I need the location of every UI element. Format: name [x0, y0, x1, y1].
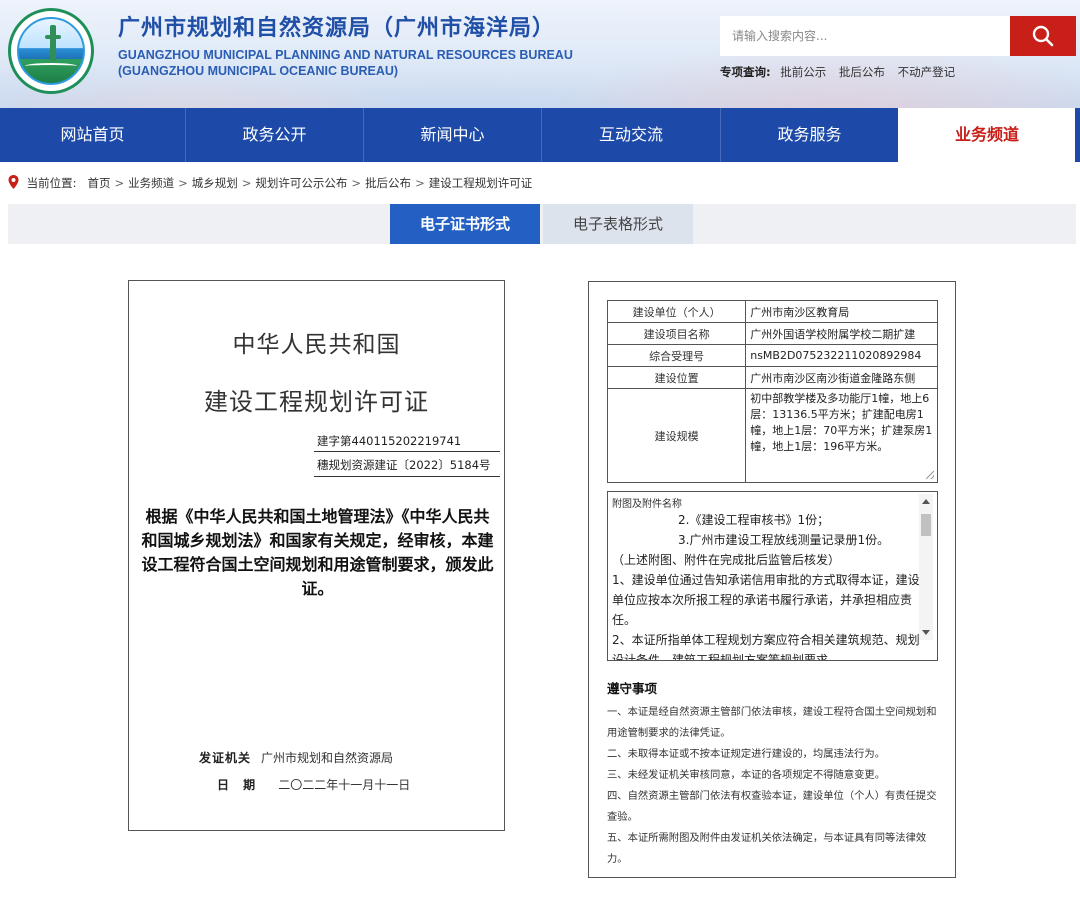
field-label: 建设规模	[606, 388, 747, 483]
tab-electronic-certificate[interactable]: 电子证书形式	[390, 204, 540, 244]
nav-item-services[interactable]: 政务服务	[720, 108, 898, 162]
certificate-country: 中华人民共和国	[232, 332, 401, 358]
attachments-box: 附图及附件名称 2.《建设工程审核书》1份； 3.广州市建设工程放线测量记录册1…	[607, 491, 938, 661]
field-value[interactable]: 广州外国语学校附属学校二期扩建	[745, 322, 938, 345]
scrollbar-thumb[interactable]	[921, 514, 931, 536]
field-label: 建设位置	[606, 366, 747, 389]
issuer-label: 发证机关	[199, 751, 252, 765]
scale-textarea[interactable]: 初中部教学楼及多功能厅1幢，地上6层：13136.5平方米；扩建配电房1幢，地上…	[745, 388, 938, 483]
location-pin-icon	[8, 175, 19, 189]
nav-edge	[1075, 108, 1080, 162]
logo-tower-icon	[45, 25, 61, 61]
notice-item: 三、未经发证机关审核同意，本证的各项规定不得随意变更。	[607, 769, 886, 781]
field-value[interactable]: 广州市南沙区教育局	[745, 300, 938, 323]
field-label: 建设项目名称	[606, 322, 747, 345]
quick-query: 专项查询: 批前公示 批后公布 不动产登记	[720, 64, 964, 80]
table-row: 建设单位（个人） 广州市南沙区教育局	[606, 300, 938, 323]
attachments-scroll-area[interactable]: 2.《建设工程审核书》1份； 3.广州市建设工程放线测量记录册1份。 （上述附图…	[612, 510, 938, 660]
notice-item: 五、本证所需附图及附件由发证机关依法确定，与本证具有同等法律效力。	[607, 832, 927, 865]
field-value[interactable]: 广州市南沙区南沙街道金隆路东侧	[745, 366, 938, 389]
scrollbar[interactable]	[919, 494, 933, 640]
table-row: 建设位置 广州市南沙区南沙街道金隆路东侧	[606, 366, 938, 389]
date-label: 日 期	[217, 778, 261, 792]
breadcrumb-separator: >	[241, 176, 252, 190]
nav-item-interaction[interactable]: 互动交流	[541, 108, 720, 162]
attachments-content: 2.《建设工程审核书》1份； 3.广州市建设工程放线测量记录册1份。 （上述附图…	[612, 510, 920, 660]
site-title-english-line1: GUANGZHOU MUNICIPAL PLANNING AND NATURAL…	[118, 48, 573, 62]
certificate-front: 中华人民共和国 建设工程规划许可证 建字第440115202219741 穗规划…	[128, 280, 505, 831]
field-label: 建设单位（个人）	[606, 300, 747, 323]
site-title-english-line2: (GUANGZHOU MUNICIPAL OCEANIC BUREAU)	[118, 64, 399, 78]
breadcrumb-current[interactable]: 建设工程规划许可证	[429, 176, 533, 190]
details-table: 建设单位（个人） 广州市南沙区教育局 建设项目名称 广州外国语学校附属学校二期扩…	[606, 300, 938, 483]
nav-item-business[interactable]: 业务频道	[898, 108, 1075, 162]
certificate-date: 日 期 二〇二二年十一月十一日	[217, 776, 410, 793]
attachments-label: 附图及附件名称	[612, 499, 682, 510]
nav-item-government-affairs[interactable]: 政务公开	[185, 108, 363, 162]
issuer-value: 广州市规划和自然资源局	[261, 751, 394, 765]
table-row: 建设项目名称 广州外国语学校附属学校二期扩建	[606, 322, 938, 345]
breadcrumb-separator: >	[351, 176, 362, 190]
nav-item-home[interactable]: 网站首页	[0, 108, 185, 162]
notice-item: 四、自然资源主管部门依法有权查验本证，建设单位（个人）有责任提交查验。	[607, 790, 937, 823]
main-nav: 网站首页 政务公开 新闻中心 互动交流 政务服务 业务频道	[0, 108, 1080, 162]
notice-item: 一、本证是经自然资源主管部门依法审核，建设工程符合国土空间规划和用途管制要求的法…	[607, 706, 937, 739]
notice-item: 二、未取得本证或不按本证规定进行建设的，均属违法行为。	[607, 748, 886, 760]
certificate-number: 建字第440115202219741	[317, 434, 462, 448]
breadcrumb-post-approval[interactable]: 批后公布	[365, 176, 411, 190]
quick-query-label: 专项查询:	[720, 65, 771, 79]
table-row: 综合受理号 nsMB2D075232211020892984	[606, 344, 938, 367]
search-input[interactable]	[720, 16, 1010, 56]
attachment-line: 2、本证所指单体工程规划方案应符合相关建筑规范、规划设计条件、建筑工程规划方案等…	[612, 633, 920, 660]
search-box	[720, 16, 1076, 56]
site-title-english: GUANGZHOU MUNICIPAL PLANNING AND NATURAL…	[118, 47, 573, 79]
breadcrumb-separator: >	[178, 176, 188, 190]
date-value: 二〇二二年十一月十一日	[278, 778, 411, 792]
notice-list: 一、本证是经自然资源主管部门依法审核，建设工程符合国土空间规划和用途管制要求的法…	[607, 702, 943, 870]
divider	[314, 476, 500, 477]
breadcrumb-separator: >	[415, 176, 425, 190]
search-icon	[1032, 25, 1054, 47]
site-header: 广州市规划和自然资源局（广州市海洋局） GUANGZHOU MUNICIPAL …	[0, 0, 1080, 108]
field-value[interactable]: nsMB2D075232211020892984	[745, 344, 938, 367]
nav-item-news[interactable]: 新闻中心	[363, 108, 541, 162]
attachment-line: 3.广州市建设工程放线测量记录册1份。	[678, 533, 890, 547]
certificate-title: 建设工程规划许可证	[204, 388, 429, 416]
tab-bar	[8, 204, 1076, 244]
attachment-line: 1、建设单位通过告知承诺信用审批的方式取得本证，建设单位应按本次所报工程的承诺书…	[612, 573, 920, 627]
bureau-logo[interactable]	[8, 8, 94, 94]
certificate-issuer: 发证机关 广州市规划和自然资源局	[199, 749, 393, 766]
quick-link-real-estate[interactable]: 不动产登记	[898, 65, 956, 79]
scroll-down-icon[interactable]	[922, 630, 930, 635]
table-row: 建设规模 初中部教学楼及多功能厅1幢，地上6层：13136.5平方米；扩建配电房…	[606, 388, 938, 483]
quick-link-pre-approval[interactable]: 批前公示	[780, 65, 826, 79]
breadcrumb-label: 当前位置:	[26, 176, 77, 190]
breadcrumb-home[interactable]: 首页	[88, 176, 111, 190]
site-title: 广州市规划和自然资源局（广州市海洋局）	[118, 16, 556, 41]
quick-link-post-approval[interactable]: 批后公布	[839, 65, 885, 79]
notice-title: 遵守事项	[607, 681, 658, 696]
breadcrumb-urban-planning[interactable]: 城乡规划	[192, 176, 238, 190]
breadcrumb-business[interactable]: 业务频道	[128, 176, 174, 190]
certificate-document-number: 穗规划资源建证〔2022〕5184号	[317, 458, 491, 472]
certificate-details: 建设单位（个人） 广州市南沙区教育局 建设项目名称 广州外国语学校附属学校二期扩…	[588, 281, 956, 878]
logo-wave-icon	[25, 63, 77, 69]
divider	[314, 451, 500, 452]
breadcrumb-separator: >	[114, 176, 125, 190]
resize-handle-icon[interactable]	[926, 471, 934, 479]
scroll-up-icon[interactable]	[922, 499, 930, 504]
attachment-line: 2.《建设工程审核书》1份；	[678, 513, 830, 527]
field-label: 综合受理号	[606, 344, 747, 367]
attachment-line: （上述附图、附件在完成批后监管后核发）	[612, 553, 841, 567]
scale-text: 初中部教学楼及多功能厅1幢，地上6层：13136.5平方米；扩建配电房1幢，地上…	[750, 392, 933, 453]
breadcrumb-license-publicity[interactable]: 规划许可公示公布	[255, 176, 347, 190]
search-button[interactable]	[1010, 16, 1076, 56]
tab-electronic-form[interactable]: 电子表格形式	[543, 204, 693, 244]
breadcrumb: 当前位置: 首页 > 业务频道 > 城乡规划 > 规划许可公示公布 > 批后公布 > 建设工程规划许…	[8, 175, 532, 191]
certificate-body-text: 根据《中华人民共和国土地管理法》《中华人民共和国城乡规划法》和国家有关规定，经审…	[141, 507, 494, 598]
